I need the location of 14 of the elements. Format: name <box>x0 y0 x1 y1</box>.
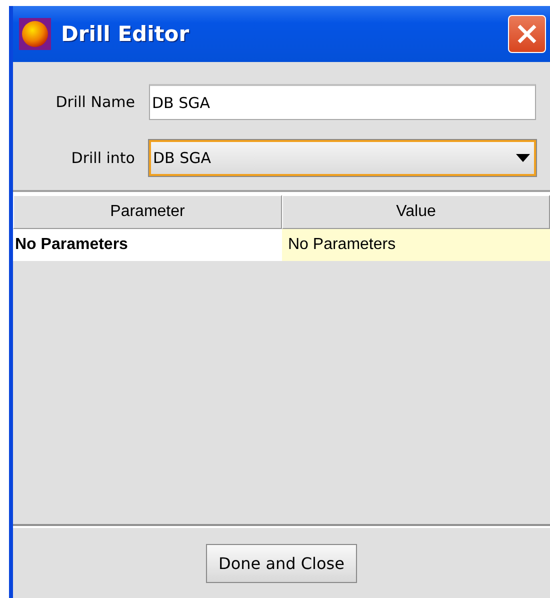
close-button[interactable] <box>508 15 546 53</box>
column-header[interactable]: Parameter <box>13 195 282 229</box>
field-label: Drill into <box>70 149 136 167</box>
column-header[interactable]: Value <box>282 195 550 229</box>
table-cell: No Parameters <box>13 229 282 261</box>
drill-name-field[interactable]: DB SGA <box>149 84 536 120</box>
done-and-close-button[interactable]: Done and Close <box>206 544 358 583</box>
window-title: Drill Editor <box>61 22 190 46</box>
field-label: Drill Name <box>54 93 136 111</box>
close-icon <box>515 22 539 46</box>
drill-into-dropdown[interactable]: DB SGA <box>149 140 536 176</box>
caret-icon <box>516 154 530 162</box>
orb-icon <box>19 18 51 50</box>
table-cell: No Parameters <box>282 229 550 261</box>
